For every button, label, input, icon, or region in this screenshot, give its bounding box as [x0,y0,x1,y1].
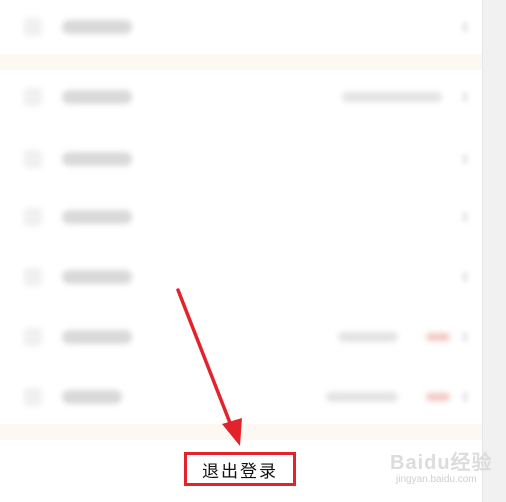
settings-screen [0,0,482,502]
row-icon [24,268,42,286]
blurred-label [62,210,132,224]
row-icon [24,388,42,406]
settings-row-blurred[interactable] [0,252,482,302]
row-icon [24,18,42,36]
blurred-value [326,392,398,402]
settings-row-blurred[interactable] [0,372,482,422]
scrollbar[interactable] [482,0,506,502]
row-icon [24,208,42,226]
row-icon [24,150,42,168]
blurred-label [62,20,132,34]
blurred-label [62,270,132,284]
watermark-url: jingyan.baidu.com [396,474,477,485]
chevron-right-icon [462,272,468,282]
chevron-right-icon [462,92,468,102]
settings-row-blurred[interactable] [0,72,482,122]
blurred-value [338,332,398,342]
settings-row-blurred[interactable] [0,312,482,362]
blurred-label [62,330,132,344]
chevron-right-icon [462,212,468,222]
chevron-right-icon [462,392,468,402]
section-divider [0,54,482,70]
row-icon [24,88,42,106]
watermark-brand: Baidu经验 [390,452,493,474]
row-icon [24,328,42,346]
settings-row-blurred[interactable] [0,134,482,184]
baidu-jingyan-watermark: Baidu经验 jingyan.baidu.com [390,446,493,485]
chevron-right-icon [462,154,468,164]
blurred-label [62,390,122,404]
settings-row-blurred[interactable] [0,2,482,52]
blurred-badge [426,333,450,341]
chevron-right-icon [462,332,468,342]
settings-row-blurred[interactable] [0,192,482,242]
chevron-right-icon [462,22,468,32]
blurred-badge [426,393,450,401]
blurred-label [62,90,132,104]
blurred-value [342,92,442,102]
logout-button[interactable]: 退出登录 [184,452,296,486]
blurred-label [62,152,132,166]
